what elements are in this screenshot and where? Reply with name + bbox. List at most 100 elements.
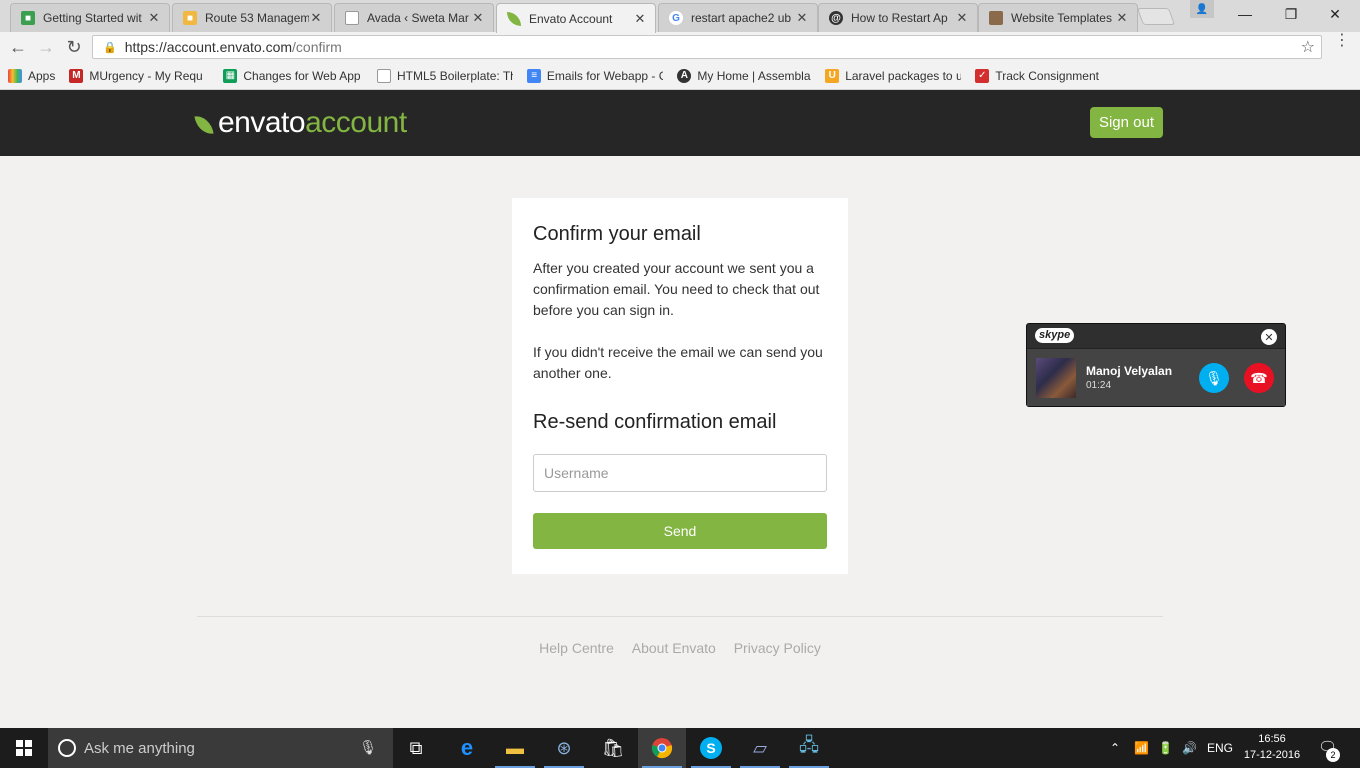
assembla-icon: A [677,68,692,83]
bookmark-label: My Home | Assembla [697,68,811,83]
courier-icon: ✓ [975,68,990,83]
m-icon: M [69,68,84,83]
sign-out-button[interactable]: Sign out [1090,107,1163,138]
task-view-icon[interactable]: ⧉ [392,728,440,768]
swirl-icon: @ [829,11,843,25]
bookmark-assembla[interactable]: A My Home | Assembla [677,68,811,83]
bookmark-changes-web-app[interactable]: ▦ Changes for Web App [223,68,363,83]
forward-icon[interactable]: → [32,33,60,61]
close-icon[interactable]: ✕ [471,10,485,26]
tab-route53[interactable]: ■ Route 53 Managem ✕ [172,3,332,32]
envato-logo[interactable]: envato account [194,106,407,140]
leaf-icon [507,11,521,26]
skype-icon[interactable]: S [687,728,735,768]
cortana-search[interactable]: Ask me anything 🎙 [48,728,393,768]
close-icon[interactable]: ✕ [309,10,323,26]
chrome-menu-icon[interactable]: ⋮ [1334,33,1350,49]
bookmark-label: Emails for Webapp - C [546,68,664,83]
logo-text-envato: envato [218,106,306,139]
envato-leaf-icon [194,113,214,137]
google-icon: G [669,11,683,25]
tab-title: Website Templates [1011,11,1112,25]
logo-text-account: account [305,106,407,139]
bookmark-apps[interactable]: Apps [8,68,56,83]
edge-icon[interactable]: e [443,728,491,768]
tab-getting-started[interactable]: ■ Getting Started wit ✕ [10,3,170,32]
skype-call-widget: skype ✕ Manoj Velyalan 01:24 🎙 ☎ [1026,323,1286,407]
start-button[interactable] [0,728,48,768]
notepad-icon[interactable]: ▱ [736,728,784,768]
bookmark-label: MUrgency - My Requ [89,68,203,83]
bookmark-label: Apps [28,68,56,83]
profile-icon[interactable]: 👤 [1190,0,1214,18]
page-icon [345,11,359,25]
notification-count: 2 [1326,748,1340,762]
tab-restart-apache[interactable]: G restart apache2 ub ✕ [658,3,818,32]
address-bar[interactable]: 🔒 https://account.envato.com/confirm ☆ [92,35,1322,59]
file-explorer-icon[interactable]: ▬ [491,728,539,768]
store-icon[interactable]: 🛍 [589,728,637,768]
system-clock[interactable]: 16:56 17-12-2016 [1240,731,1304,763]
close-icon[interactable]: ✕ [633,11,647,27]
url-path: /confirm [292,39,342,55]
send-button[interactable]: Send [533,513,827,549]
tab-title: restart apache2 ub [691,11,792,25]
footer-divider [197,616,1163,617]
bookmark-label: Track Consignment [995,68,1099,83]
privacy-policy-link[interactable]: Privacy Policy [734,640,821,656]
show-hidden-icons[interactable]: ⌃ [1110,728,1120,768]
restore-button[interactable]: ❐ [1268,0,1314,28]
magnet-icon: U [825,68,840,83]
tab-title: Envato Account [529,11,613,26]
confirm-description: After you created your account we sent y… [533,260,820,318]
cube-icon: ■ [21,11,35,25]
tab-strip: ■ Getting Started wit ✕ ■ Route 53 Manag… [0,0,1360,33]
clock-time: 16:56 [1258,733,1286,745]
bookmark-emails-webapp[interactable]: ≡ Emails for Webapp - C [527,68,664,83]
bookmark-track-consignment[interactable]: ✓ Track Consignment [975,68,1099,83]
chrome-icon[interactable] [638,728,686,768]
bookmark-html5-boilerplate[interactable]: HTML5 Boilerplate: Th [377,68,513,83]
wifi-icon[interactable]: 📶 [1134,728,1149,768]
avatar [1036,358,1076,398]
bookmark-laravel-packages[interactable]: U Laravel packages to u [825,68,962,83]
tab-envato-account[interactable]: Envato Account ✕ [496,3,656,33]
bookmark-label: Changes for Web App [243,68,361,83]
close-icon[interactable]: ✕ [795,10,809,26]
hang-up-icon[interactable]: ☎ [1244,363,1274,393]
language-indicator[interactable]: ENG [1207,728,1233,768]
cortana-icon [58,739,76,757]
bookmark-star-icon[interactable]: ☆ [1301,37,1315,57]
volume-icon[interactable]: 🔊 [1182,728,1197,768]
tab-website-templates[interactable]: Website Templates ✕ [978,3,1138,32]
apps-grid-icon [8,68,22,83]
close-icon[interactable]: ✕ [1115,10,1129,26]
microphone-icon[interactable]: 🎙 [359,739,377,756]
browser-toolbar: ← → ↻ 🔒 https://account.envato.com/confi… [0,32,1360,62]
tab-avada[interactable]: Avada ‹ Sweta Mar ✕ [334,3,494,32]
lock-icon: 🔒 [103,41,117,54]
skype-call-panel: Manoj Velyalan 01:24 🎙 ☎ [1027,348,1285,406]
tab-title: How to Restart Ap [851,11,948,25]
help-centre-link[interactable]: Help Centre [539,640,614,656]
close-icon[interactable]: ✕ [147,10,161,26]
tab-title: Route 53 Managem [205,11,309,25]
username-input[interactable] [533,454,827,492]
network-app-icon[interactable]: ⊛ [540,728,588,768]
microphone-icon[interactable]: 🎙 [1199,363,1229,393]
remote-desktop-icon[interactable]: 🖧 [785,728,833,768]
about-envato-link[interactable]: About Envato [632,640,716,656]
window-close-button[interactable]: ✕ [1312,0,1358,28]
bookmark-murgency[interactable]: M MUrgency - My Requ [69,68,209,83]
close-icon[interactable]: ✕ [1261,329,1277,345]
new-tab-button[interactable] [1136,8,1176,25]
close-icon[interactable]: ✕ [955,10,969,26]
reload-icon[interactable]: ↻ [60,33,88,61]
footer-links: Help Centre About Envato Privacy Policy [0,640,1360,656]
tab-how-to-restart[interactable]: @ How to Restart Ap ✕ [818,3,978,32]
battery-icon[interactable]: 🔋 [1158,728,1173,768]
bookmark-label: Laravel packages to u [845,68,962,83]
minimize-button[interactable]: — [1222,0,1268,28]
back-icon[interactable]: ← [4,33,32,61]
windows-icon [16,740,32,756]
